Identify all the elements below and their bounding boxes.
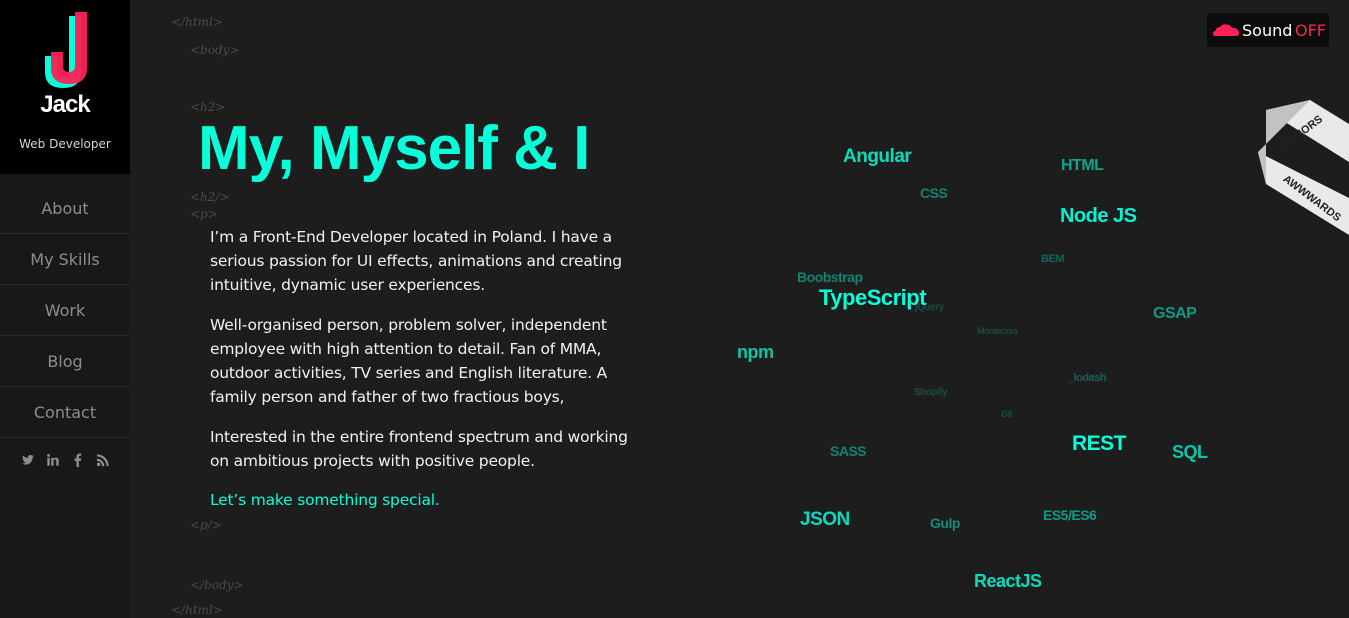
- interests-paragraph: Interested in the entire frontend spectr…: [210, 428, 628, 470]
- twitter-icon[interactable]: [21, 453, 35, 467]
- cta-link[interactable]: Let’s make something special.: [210, 488, 440, 512]
- skill-word: ReactJS: [974, 571, 1042, 591]
- soundcloud-icon: [1213, 24, 1239, 36]
- skill-word: REST: [1072, 432, 1127, 455]
- skill-word: GSAP: [1153, 305, 1197, 322]
- skill-word: SASS: [830, 443, 867, 459]
- rss-icon[interactable]: [96, 453, 110, 467]
- skill-word: Montecrss: [977, 326, 1018, 336]
- page-heading: My, Myself & I: [198, 114, 590, 183]
- nav-item-contact[interactable]: Contact: [0, 387, 130, 438]
- personality-paragraph: Well-organised person, problem solver, i…: [210, 316, 608, 406]
- logo-name: Jack: [40, 91, 90, 118]
- awwwards-ribbon[interactable]: HONORS AWWWARDS: [1258, 100, 1349, 235]
- skill-word: Gulp: [930, 515, 960, 531]
- code-tag-body-open: <body>: [190, 43, 240, 57]
- linkedin-icon[interactable]: [46, 453, 60, 467]
- skill-word: jQuery: [915, 302, 944, 313]
- skill-word: Shopify: [914, 387, 948, 398]
- intro-paragraph: I’m a Front-End Developer located in Pol…: [210, 228, 622, 294]
- sound-label: Sound: [1242, 21, 1293, 40]
- code-tag-body-close: </body>: [190, 578, 244, 592]
- skill-word: TypeScript: [819, 285, 927, 310]
- code-tag-h2-close: <h2/>: [190, 190, 230, 204]
- skill-word: Git: [1001, 409, 1013, 419]
- code-tag-html-close-bottom: </html>: [171, 603, 223, 617]
- facebook-icon[interactable]: [71, 453, 85, 467]
- skill-word: npm: [737, 342, 774, 362]
- skill-word: Boobstrap: [797, 269, 863, 285]
- skill-word: HTML: [1061, 157, 1104, 174]
- code-tag-p-open: <p>: [190, 207, 218, 221]
- skill-word: Angular: [843, 146, 912, 167]
- skill-word: Node JS: [1060, 205, 1137, 227]
- skill-word: JSON: [800, 509, 850, 530]
- nav-item-about[interactable]: About: [0, 184, 130, 234]
- logo-role: Web Developer: [19, 137, 111, 151]
- nav-item-work[interactable]: Work: [0, 285, 130, 336]
- logo[interactable]: Jack Web Developer: [0, 0, 130, 174]
- code-tag-p-close: <p/>: [190, 518, 222, 532]
- nav-item-blog[interactable]: Blog: [0, 336, 130, 387]
- main-nav: About My Skills Work Blog Contact: [0, 184, 130, 438]
- code-tag-html-close-top: </html>: [171, 15, 223, 29]
- skill-word: BEM: [1041, 253, 1064, 265]
- logo-j-mark: [45, 12, 87, 88]
- skill-word: ES5/ES6: [1043, 507, 1097, 523]
- sound-state: OFF: [1295, 21, 1326, 40]
- sidebar: Jack Web Developer About My Skills Work …: [0, 0, 130, 618]
- skill-word: _lodash: [1068, 372, 1107, 384]
- nav-item-my-skills[interactable]: My Skills: [0, 234, 130, 285]
- page: Jack Web Developer About My Skills Work …: [0, 0, 1349, 618]
- code-tag-h2-open: <h2>: [190, 100, 226, 114]
- sound-toggle[interactable]: Sound OFF: [1207, 13, 1329, 47]
- skill-word: CSS: [920, 185, 948, 201]
- social-links: [0, 450, 130, 470]
- skill-word: SQL: [1172, 442, 1208, 462]
